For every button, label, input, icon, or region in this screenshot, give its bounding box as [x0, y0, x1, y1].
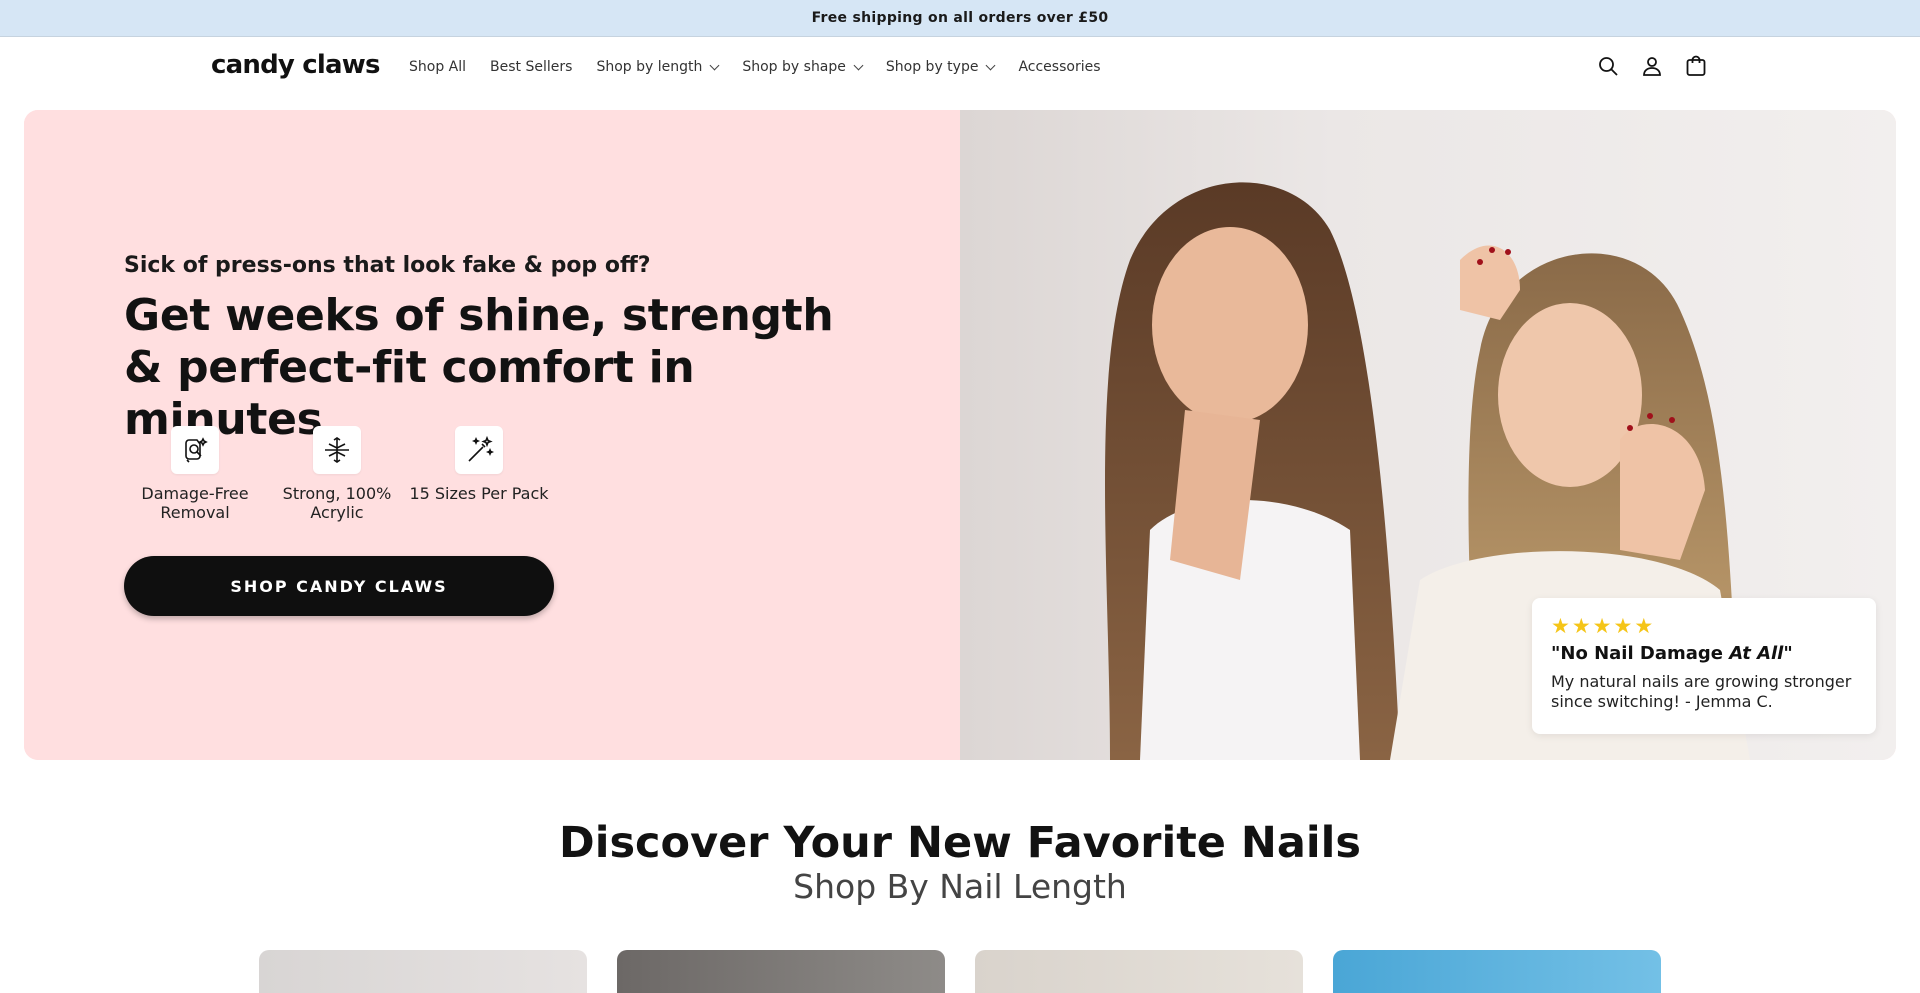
nav-item-shop-by-type[interactable]: Shop by type [885, 59, 996, 75]
collection-cards [259, 950, 1661, 993]
feature-label: 15 Sizes Per Pack [409, 484, 549, 503]
star-icon: ★ [1592, 614, 1612, 638]
review-card: ★ ★ ★ ★ ★ "No Nail Damage At All" My nat… [1532, 598, 1876, 734]
nav-item-best-sellers[interactable]: Best Sellers [490, 59, 572, 75]
feature-item: Strong, 100% Acrylic [266, 426, 408, 522]
star-icon: ★ [1634, 614, 1654, 638]
review-title: "No Nail Damage At All" [1551, 643, 1857, 664]
search-icon[interactable] [1596, 54, 1620, 78]
nav-item-shop-all[interactable]: Shop All [409, 59, 466, 75]
announcement-bar: Free shipping on all orders over £50 [0, 0, 1920, 37]
nav-label: Shop by shape [742, 59, 846, 75]
strength-icon [313, 426, 361, 474]
nav-item-accessories[interactable]: Accessories [1018, 59, 1100, 75]
collection-card[interactable] [975, 950, 1303, 993]
collection-card[interactable] [259, 950, 587, 993]
hero-content: Sick of press-ons that look fake & pop o… [24, 110, 960, 760]
feature-list: Damage-Free Removal Strong, 100% Acrylic… [124, 426, 550, 522]
star-icon: ★ [1571, 614, 1591, 638]
nav-item-shop-by-shape[interactable]: Shop by shape [742, 59, 864, 75]
chevron-down-icon [709, 60, 720, 70]
nav-label: Accessories [1018, 59, 1101, 75]
header-icons [1596, 54, 1708, 78]
feature-label: Damage-Free Removal [141, 484, 249, 522]
nav-item-shop-by-length[interactable]: Shop by length [596, 59, 720, 75]
site-header: candy claws Shop All Best Sellers Shop b… [0, 37, 1920, 97]
nav-label: Shop by length [596, 59, 703, 75]
collection-card[interactable] [617, 950, 945, 993]
magic-wand-icon [455, 426, 503, 474]
chevron-down-icon [853, 60, 864, 70]
hero-title: Get weeks of shine, strength & perfect-f… [124, 290, 834, 445]
chevron-down-icon [986, 60, 996, 70]
section-title: Discover Your New Favorite Nails [559, 818, 1361, 868]
feature-item: 15 Sizes Per Pack [408, 426, 550, 522]
account-icon[interactable] [1640, 54, 1664, 78]
star-icon: ★ [1613, 614, 1633, 638]
review-title-emphasis: At All [1729, 643, 1784, 664]
nav-label: Shop All [409, 59, 467, 75]
feature-item: Damage-Free Removal [124, 426, 266, 522]
nail-removal-icon [171, 426, 219, 474]
hero-subheading: Sick of press-ons that look fake & pop o… [124, 253, 651, 278]
cart-icon[interactable] [1684, 54, 1708, 78]
shop-candy-claws-button[interactable]: SHOP CANDY CLAWS [124, 556, 554, 616]
star-icon: ★ [1551, 614, 1570, 638]
rating-stars: ★ ★ ★ ★ ★ [1551, 616, 1857, 637]
announcement-text: Free shipping on all orders over £50 [811, 10, 1109, 26]
logo[interactable]: candy claws [211, 50, 380, 80]
main-nav: Shop All Best Sellers Shop by length Sho… [409, 37, 1125, 97]
hero-banner: Sick of press-ons that look fake & pop o… [24, 110, 1896, 760]
review-title-suffix: " [1783, 643, 1793, 664]
review-text: My natural nails are growing stronger si… [1551, 672, 1852, 711]
section-subtitle: Shop By Nail Length [793, 867, 1127, 906]
collection-card[interactable] [1333, 950, 1661, 993]
nav-label: Shop by type [885, 59, 979, 75]
nav-label: Best Sellers [490, 59, 573, 75]
feature-label: Strong, 100% Acrylic [282, 484, 392, 522]
review-title-prefix: "No Nail Damage [1551, 643, 1730, 664]
